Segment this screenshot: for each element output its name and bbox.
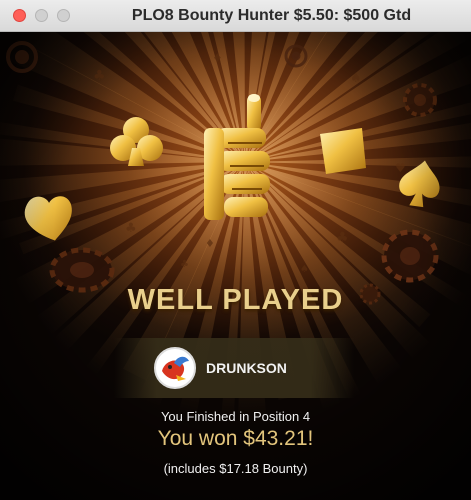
bounty-text: (includes $17.18 Bounty): [163, 461, 308, 476]
finish-position-text: You Finished in Position 4: [160, 409, 311, 424]
player-name: DRUNKSON: [206, 360, 287, 376]
result-panel: ♣ ♦ ♠ ♣ ♣ ♦ ♥ ♦ ♣ ♠: [0, 32, 471, 500]
title-bar: PLO8 Bounty Hunter $5.50: $500 Gtd: [0, 0, 471, 32]
close-window-button[interactable]: [13, 9, 26, 22]
maximize-window-button[interactable]: [57, 9, 70, 22]
well-played-heading: WELL PLAYED: [127, 284, 344, 316]
game-window: PLO8 Bounty Hunter $5.50: $500 Gtd WELL …: [0, 0, 471, 500]
player-banner: DRUNKSON: [114, 338, 354, 398]
avatar: [154, 347, 196, 389]
winnings-text: You won $43.21!: [157, 427, 314, 450]
minimize-window-button[interactable]: [35, 9, 48, 22]
window-title: PLO8 Bounty Hunter $5.50: $500 Gtd: [131, 7, 412, 24]
